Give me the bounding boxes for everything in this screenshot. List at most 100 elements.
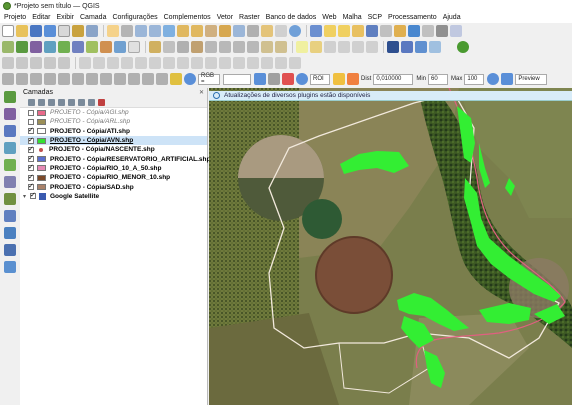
zoom-next-icon[interactable]	[233, 25, 245, 37]
layer-visibility-checkbox[interactable]	[28, 154, 34, 163]
roi-icon[interactable]	[282, 73, 294, 85]
add-wms-layer-icon[interactable]	[72, 41, 84, 53]
menu-web[interactable]: Web	[322, 14, 336, 21]
scp-help-icon[interactable]	[142, 73, 154, 85]
zoom-layer-icon[interactable]	[191, 25, 203, 37]
layer-row[interactable]: PROJETO - Cópia/ARL.shp	[20, 117, 207, 126]
zoom-last-icon[interactable]	[219, 25, 231, 37]
map-canvas[interactable]	[209, 88, 572, 405]
merge-features-icon[interactable]	[247, 57, 259, 69]
layer-row[interactable]: PROJETO - Cópia/AGI.shp	[20, 108, 207, 117]
menu-editar[interactable]: Editar	[32, 14, 50, 21]
add-spatialite-icon[interactable]	[4, 176, 16, 188]
paste-features-icon[interactable]	[247, 41, 259, 53]
open-attribute-table-icon[interactable]	[366, 25, 378, 37]
scp-home-icon[interactable]	[2, 73, 14, 85]
delete-ring-icon[interactable]	[163, 57, 175, 69]
layer-row[interactable]: PROJETO - Cópia/SAD.shp	[20, 182, 207, 191]
layer-row[interactable]: PROJETO - Cópia/RESERVATORIO_ARTIFICIAL.…	[20, 154, 210, 163]
layer-row[interactable]: PROJETO - Cópia/ATI.shp	[20, 126, 207, 136]
label-rotate-icon[interactable]	[352, 41, 364, 53]
add-wfs-layer-icon[interactable]	[86, 41, 98, 53]
filter-expression-icon[interactable]	[68, 98, 75, 106]
menu-raster[interactable]: Raster	[239, 14, 260, 21]
copy-features-icon[interactable]	[233, 41, 245, 53]
metasearch-icon[interactable]	[415, 41, 427, 53]
style-manager-icon[interactable]	[86, 25, 98, 37]
edit-pencil-icon[interactable]	[149, 41, 161, 53]
expand-arrow-icon[interactable]: ▾	[23, 193, 29, 200]
menu-exibir[interactable]: Exibir	[56, 14, 74, 21]
layer-visibility-checkbox[interactable]	[28, 136, 34, 144]
add-wcs-icon[interactable]	[4, 227, 16, 239]
add-raster-layer-icon[interactable]	[30, 41, 42, 53]
zoom-full-icon[interactable]	[163, 25, 175, 37]
remove-layer-icon[interactable]	[98, 98, 105, 106]
layer-visibility-checkbox[interactable]	[30, 191, 36, 200]
select-features-icon[interactable]	[324, 25, 336, 37]
layer-visibility-checkbox[interactable]	[28, 109, 34, 116]
add-vector-layer-icon[interactable]	[16, 41, 28, 53]
database-icon[interactable]	[387, 41, 399, 53]
identify-features-icon[interactable]	[310, 25, 322, 37]
add-text-icon[interactable]	[4, 142, 16, 154]
ac-icon[interactable]	[443, 41, 455, 53]
add-virtual-icon[interactable]	[4, 193, 16, 205]
save-edits-icon[interactable]	[163, 41, 175, 53]
menu-ajuda[interactable]: Ajuda	[443, 14, 461, 21]
select-by-value-icon[interactable]	[338, 25, 350, 37]
layer-row[interactable]: PROJETO - Cópia/RIO_MENOR_10.shp	[20, 173, 207, 182]
new-geopackage-icon[interactable]	[114, 41, 126, 53]
merge-attributes-icon[interactable]	[261, 57, 273, 69]
cut-features-icon[interactable]	[219, 41, 231, 53]
reshape-icon[interactable]	[191, 57, 203, 69]
tracing-icon[interactable]	[30, 57, 42, 69]
save-project-icon[interactable]	[30, 25, 42, 37]
add-vector-icon[interactable]	[4, 91, 16, 103]
new-project-icon[interactable]	[2, 25, 14, 37]
classification-preview-icon[interactable]	[501, 73, 514, 85]
rotate-feature-icon[interactable]	[93, 57, 105, 69]
stretch-icon[interactable]	[254, 73, 266, 85]
avoid-overlap-icon[interactable]	[44, 57, 56, 69]
scp-band-calc-icon[interactable]	[72, 73, 84, 85]
advanced-digitize-icon[interactable]	[79, 57, 91, 69]
layer-visibility-checkbox[interactable]	[28, 126, 34, 135]
statistics-summary-icon[interactable]	[394, 25, 406, 37]
filter-legend-icon[interactable]	[58, 98, 65, 106]
roi-redo-icon[interactable]	[347, 73, 359, 85]
plugin-globe-icon[interactable]	[457, 41, 469, 53]
add-raster-icon[interactable]	[4, 108, 16, 120]
zoom-in-icon[interactable]	[135, 25, 147, 37]
menu-projeto[interactable]: Projeto	[4, 14, 26, 21]
layer-row[interactable]: ▾ Google Satellite	[20, 191, 207, 201]
zoom-native-icon[interactable]	[205, 25, 217, 37]
add-wfs-icon[interactable]	[4, 244, 16, 256]
split-features-icon[interactable]	[219, 57, 231, 69]
pan-hand-icon[interactable]	[107, 25, 119, 37]
new-bookmark-icon[interactable]	[261, 25, 273, 37]
zoom-to-preview-icon[interactable]	[487, 73, 500, 85]
scp-settings-icon[interactable]	[114, 73, 126, 85]
menu-vetor[interactable]: Vetor	[217, 14, 233, 21]
zoom-to-roi-icon[interactable]	[296, 73, 308, 85]
toolbox-gear-icon[interactable]	[450, 25, 462, 37]
add-postgis-icon[interactable]	[58, 41, 70, 53]
min-input[interactable]: 60	[428, 73, 449, 85]
offset-point-icon[interactable]	[289, 57, 301, 69]
pan-to-selection-icon[interactable]	[121, 25, 133, 37]
zoom-out-icon[interactable]	[149, 25, 161, 37]
add-arcgis-icon[interactable]	[4, 261, 16, 273]
show-bookmarks-icon[interactable]	[275, 25, 287, 37]
deselect-icon[interactable]	[352, 25, 364, 37]
new-map-view-icon[interactable]	[247, 25, 259, 37]
menu-complementos[interactable]: Complementos	[164, 14, 211, 21]
rgb-combo[interactable]	[223, 73, 251, 85]
layout-manager-icon[interactable]	[72, 25, 84, 37]
add-ring-icon[interactable]	[121, 57, 133, 69]
python-console-icon[interactable]	[401, 41, 413, 53]
panel-close-icon[interactable]: ✕	[199, 89, 204, 96]
max-input[interactable]: 100	[464, 73, 485, 85]
layer-visibility-checkbox[interactable]	[28, 173, 34, 181]
fill-ring-icon[interactable]	[149, 57, 161, 69]
